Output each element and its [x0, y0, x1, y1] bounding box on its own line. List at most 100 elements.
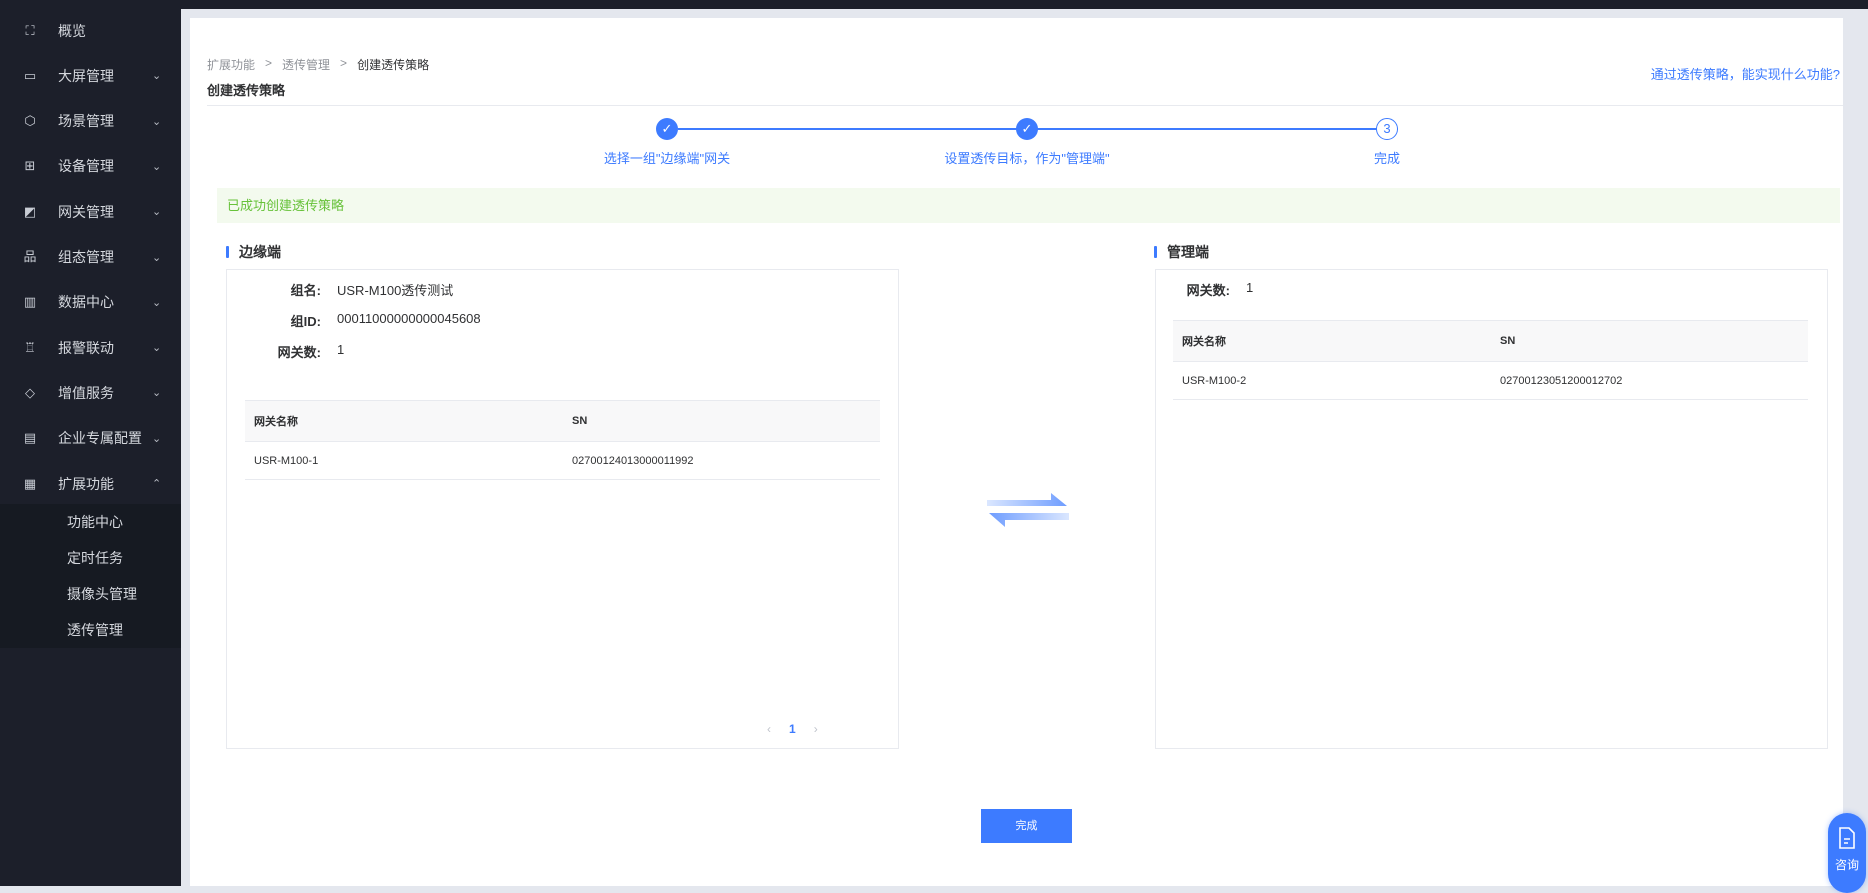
sidebar-item-label: 概览: [58, 22, 86, 39]
sidebar-item-0[interactable]: ⛶ 概览: [0, 8, 181, 53]
group-id-row: 组ID: 00011000000000045608: [227, 311, 481, 330]
edge-title-text: 边缘端: [239, 244, 281, 260]
group-name-label: 组名:: [290, 283, 321, 298]
manager-title-text: 管理端: [1167, 244, 1209, 260]
step-1-check-icon: ✓: [656, 118, 678, 140]
topology-icon: 品: [23, 249, 37, 264]
manager-gateway-table: 网关名称 SN USR-M100-2 02700123051200012702: [1173, 320, 1808, 400]
gateway-icon: ◩: [23, 203, 37, 219]
table-header: 网关名称 SN: [1173, 320, 1808, 362]
breadcrumb-passthrough[interactable]: 透传管理: [282, 56, 330, 73]
chart-icon: ▥: [23, 294, 37, 310]
prev-page-icon[interactable]: ‹: [767, 722, 771, 736]
sidebar-item-2[interactable]: ⬡ 场景管理 ⌄: [0, 99, 181, 144]
step-2-label: 设置透传目标，作为"管理端": [944, 151, 1110, 166]
device-icon: ⊞: [24, 158, 36, 174]
help-link[interactable]: 通过透传策略，能实现什么功能?: [1651, 64, 1840, 83]
breadcrumb-extensions[interactable]: 扩展功能: [207, 56, 255, 73]
group-id-value: 00011000000000045608: [337, 311, 481, 326]
sidebar-item-label: 网关管理: [58, 203, 114, 220]
step-connector: [1038, 128, 1398, 130]
sidebar-sub-item-scheduled-tasks[interactable]: 定时任务: [67, 548, 123, 568]
consult-label: 咨询: [1834, 858, 1859, 872]
alarm-icon: ♖: [24, 339, 36, 355]
step-2-check-icon: ✓: [1016, 118, 1038, 140]
manager-count-label: 网关数:: [1186, 283, 1230, 298]
sidebar-item-label: 增值服务: [58, 384, 114, 401]
chevron-icon: ⌄: [152, 342, 162, 355]
column-sn: SN: [572, 415, 588, 427]
table-row[interactable]: USR-M100-1 02700124013000011992: [245, 442, 880, 480]
edge-section-title: 边缘端: [226, 242, 281, 262]
cell-gateway-name: USR-M100-2: [1182, 374, 1247, 387]
top-bar: [181, 0, 1868, 9]
table-row[interactable]: USR-M100-2 02700123051200012702: [1173, 362, 1808, 400]
column-gateway-name: 网关名称: [1182, 336, 1226, 348]
sidebar-sub-item-camera-management[interactable]: 摄像头管理: [67, 584, 137, 604]
step-3-label: 完成: [1373, 151, 1401, 166]
column-sn: SN: [1500, 335, 1516, 347]
chevron-icon: ⌄: [152, 206, 162, 219]
breadcrumb-separator: >: [265, 56, 273, 70]
sidebar-item-label: 场景管理: [58, 113, 114, 130]
done-button[interactable]: 完成: [981, 809, 1072, 843]
sidebar-item-4[interactable]: ◩ 网关管理 ⌄: [0, 189, 181, 234]
diamond-icon: ◇: [25, 384, 35, 400]
group-name-row: 组名: USR-M100透传测试: [227, 280, 454, 299]
sidebar-item-label: 报警联动: [58, 339, 114, 356]
scene-icon: ⬡: [24, 113, 36, 129]
group-id-label: 组ID:: [290, 314, 321, 329]
screen-icon: ▭: [23, 67, 37, 83]
sidebar-item-label: 大屏管理: [58, 67, 114, 84]
sidebar-item-8[interactable]: ◇ 增值服务 ⌄: [0, 370, 181, 415]
document-icon: [1839, 827, 1855, 849]
page-number[interactable]: 1: [789, 722, 796, 736]
submenu-extensions: 功能中心 定时任务 摄像头管理 透传管理: [0, 504, 181, 648]
chevron-icon: ⌄: [152, 115, 162, 128]
cell-sn: 02700123051200012702: [1500, 374, 1623, 387]
sidebar-item-5[interactable]: 品 组态管理 ⌄: [0, 235, 181, 280]
table-header: 网关名称 SN: [245, 400, 880, 442]
chevron-icon: ⌄: [152, 70, 162, 83]
sidebar-item-label: 企业专属配置: [58, 430, 142, 447]
sidebar-item-label: 数据中心: [58, 294, 114, 311]
building-icon: ▤: [23, 430, 37, 446]
grid-icon: ▦: [23, 475, 37, 491]
divider: [207, 105, 1843, 106]
pagination: ‹ 1 ›: [767, 722, 818, 736]
sidebar-item-label: 扩展功能: [58, 475, 114, 492]
gateway-count-label: 网关数:: [277, 345, 321, 360]
next-page-icon[interactable]: ›: [814, 722, 818, 736]
sidebar-item-7[interactable]: ♖ 报警联动 ⌄: [0, 325, 181, 370]
sidebar-item-9[interactable]: ▤ 企业专属配置 ⌄: [0, 416, 181, 461]
sidebar-item-10[interactable]: ▦ 扩展功能 ⌃: [0, 461, 181, 506]
right-gutter: [1843, 18, 1868, 886]
group-name-value: USR-M100透传测试: [337, 283, 454, 298]
gateway-count-row: 网关数: 1: [227, 342, 345, 361]
gateway-count-value: 1: [337, 342, 345, 357]
step-connector: [678, 128, 1038, 130]
success-alert: 已成功创建透传策略: [217, 188, 1840, 223]
chevron-icon: ⌄: [152, 432, 162, 445]
manager-panel: 网关数: 1 网关名称 SN USR-M100-2 02700123051200012…: [1155, 269, 1828, 749]
manager-count-value: 1: [1246, 280, 1254, 295]
cell-gateway-name: USR-M100-1: [254, 454, 319, 467]
sidebar-sub-item-function-center[interactable]: 功能中心: [67, 512, 123, 532]
exchange-arrows-icon: [987, 493, 1069, 527]
chevron-icon: ⌄: [152, 160, 162, 173]
column-gateway-name: 网关名称: [254, 416, 298, 428]
chevron-icon: ⌃: [152, 478, 162, 490]
page-title: 创建透传策略: [207, 83, 286, 98]
sidebar-item-1[interactable]: ▭ 大屏管理 ⌄: [0, 53, 181, 98]
chevron-icon: ⌄: [152, 296, 162, 309]
sidebar-item-6[interactable]: ▥ 数据中心 ⌄: [0, 280, 181, 325]
breadcrumb: 扩展功能 > 透传管理 > 创建透传策略: [207, 56, 429, 73]
sidebar-item-label: 设备管理: [58, 158, 114, 175]
manager-section-title: 管理端: [1154, 242, 1209, 262]
chevron-icon: ⌄: [152, 251, 162, 264]
sidebar-item-label: 组态管理: [58, 249, 114, 265]
consult-button[interactable]: 咨询: [1828, 813, 1866, 893]
step-1-label: 选择一组"边缘端"网关: [603, 151, 731, 166]
sidebar-sub-item-passthrough-management[interactable]: 透传管理: [67, 620, 123, 640]
sidebar-item-3[interactable]: ⊞ 设备管理 ⌄: [0, 144, 181, 189]
